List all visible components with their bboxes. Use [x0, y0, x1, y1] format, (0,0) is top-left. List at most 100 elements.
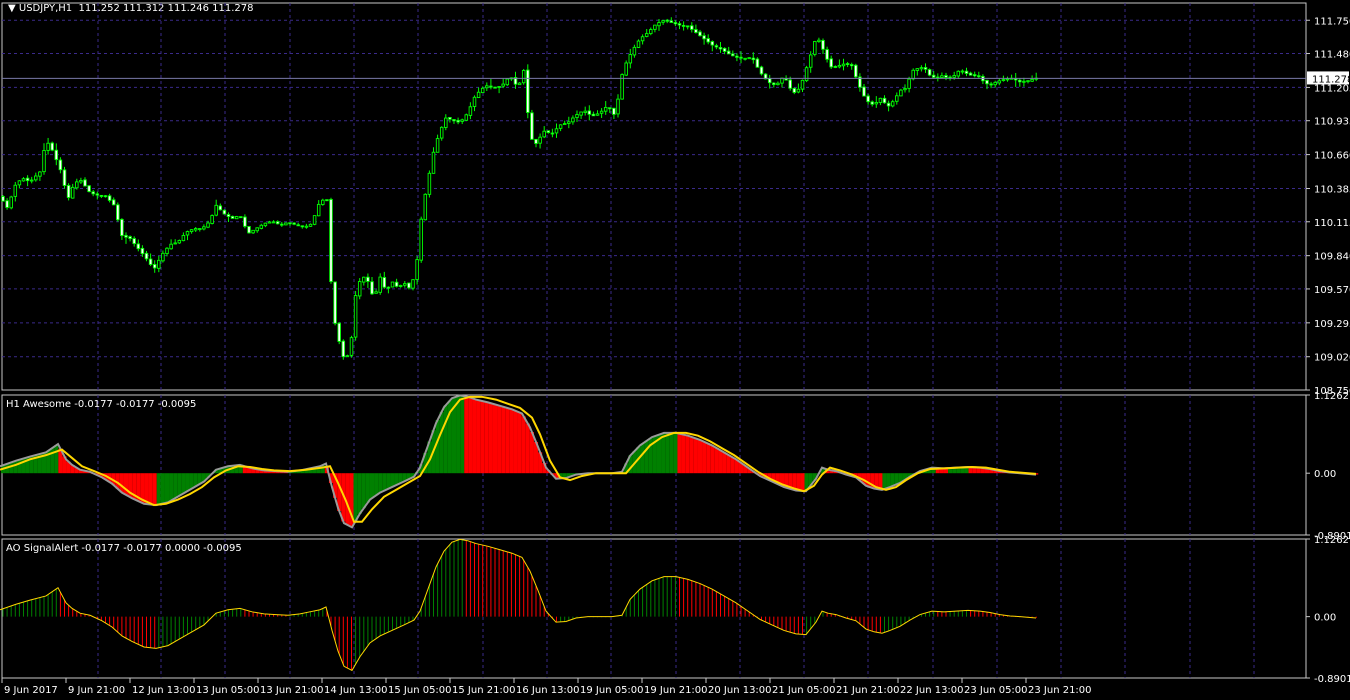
histogram-bar	[141, 616, 143, 647]
candle	[808, 51, 813, 73]
candle	[1005, 76, 1010, 82]
histogram-bar	[513, 410, 518, 474]
candle	[271, 220, 276, 224]
candle	[140, 245, 145, 257]
candle	[308, 223, 313, 227]
candle	[341, 339, 346, 360]
candle	[825, 46, 829, 63]
histogram-bar	[240, 608, 242, 617]
histogram-bar	[68, 605, 70, 617]
histogram-bar	[482, 545, 484, 617]
candle	[312, 215, 317, 226]
histogram-bar	[154, 616, 156, 649]
candle	[403, 281, 407, 288]
candle	[337, 322, 341, 345]
histogram-bar	[781, 616, 783, 630]
histogram-bar	[521, 416, 526, 474]
histogram-bar	[2, 608, 4, 617]
candle	[780, 77, 784, 88]
histogram-bar	[351, 616, 352, 671]
histogram-bar	[374, 473, 379, 496]
candle	[640, 34, 645, 45]
signalalert-histogram	[0, 538, 1037, 672]
histogram-bar	[638, 590, 639, 617]
histogram-bar	[152, 473, 157, 505]
xtick-label: 14 Jun 13:00	[324, 685, 388, 696]
candle	[767, 74, 772, 89]
candle	[345, 354, 350, 358]
histogram-bar	[718, 450, 723, 474]
histogram-bar	[892, 616, 894, 630]
candle	[300, 225, 305, 229]
candle	[657, 18, 661, 31]
histogram-bar	[796, 473, 801, 491]
main-ytick-label: 111.750	[1314, 16, 1350, 27]
xtick-label: 13 Jun 21:00	[260, 685, 324, 696]
histogram-bar	[535, 585, 537, 617]
candle	[275, 220, 280, 225]
histogram-bar	[633, 594, 635, 617]
histogram-bar	[191, 616, 193, 633]
candle	[91, 189, 95, 197]
histogram-bar	[113, 616, 115, 629]
histogram-bar	[35, 598, 37, 617]
candle	[968, 71, 973, 76]
signalalert-indicator-title: AO SignalAlert -0.0177 -0.0177 0.0000 -0…	[6, 543, 242, 554]
histogram-bar	[732, 601, 734, 617]
pane-frame-0	[1, 2, 1307, 391]
candle	[189, 229, 194, 234]
candle	[599, 108, 604, 118]
indicator-ytick-label: -0.8901	[1314, 674, 1350, 685]
candle	[940, 72, 944, 79]
histogram-bar	[904, 616, 906, 624]
histogram-bar	[156, 473, 161, 505]
candle	[366, 273, 370, 288]
candle	[157, 255, 161, 273]
candle	[448, 117, 452, 123]
xtick-label: 15 Jun 05:00	[388, 685, 452, 696]
histogram-bar	[564, 616, 566, 622]
histogram-bar	[978, 611, 980, 617]
histogram-bar	[256, 612, 258, 617]
histogram-bar	[769, 616, 771, 624]
histogram-bar	[480, 401, 485, 474]
xtick-label: 12 Jun 13:00	[132, 685, 196, 696]
candle	[132, 236, 136, 247]
histogram-bar	[375, 616, 377, 639]
histogram-bar	[527, 567, 529, 617]
candle	[202, 224, 206, 231]
candle	[120, 218, 124, 241]
candle	[960, 69, 965, 75]
candle	[349, 335, 354, 358]
histogram-bar	[129, 616, 131, 641]
candle	[79, 177, 83, 184]
histogram-bar	[673, 432, 678, 474]
histogram-bar	[148, 473, 153, 505]
histogram-bar	[248, 610, 250, 617]
candle	[439, 126, 444, 141]
histogram-bar	[47, 594, 49, 617]
candle	[280, 221, 284, 227]
histogram-bar	[125, 616, 127, 639]
histogram-bar	[400, 616, 402, 627]
candle	[460, 118, 464, 125]
candle	[792, 87, 797, 95]
candle	[681, 21, 686, 31]
histogram-bar	[529, 431, 534, 474]
histogram-bar	[23, 602, 24, 617]
histogram-bar	[519, 556, 521, 617]
histogram-bar	[506, 551, 508, 617]
candle	[144, 250, 149, 262]
xtick-label: 20 Jun 13:00	[708, 685, 772, 696]
histogram-bar	[492, 404, 498, 474]
histogram-bar	[55, 588, 57, 617]
candle	[181, 232, 186, 242]
candle	[464, 113, 469, 122]
histogram-bar	[119, 473, 124, 493]
candle	[128, 235, 132, 242]
histogram-bar	[640, 443, 645, 474]
histogram-bar	[14, 604, 16, 617]
candle	[530, 109, 534, 140]
histogram-bar	[785, 616, 787, 632]
candle	[616, 94, 620, 118]
